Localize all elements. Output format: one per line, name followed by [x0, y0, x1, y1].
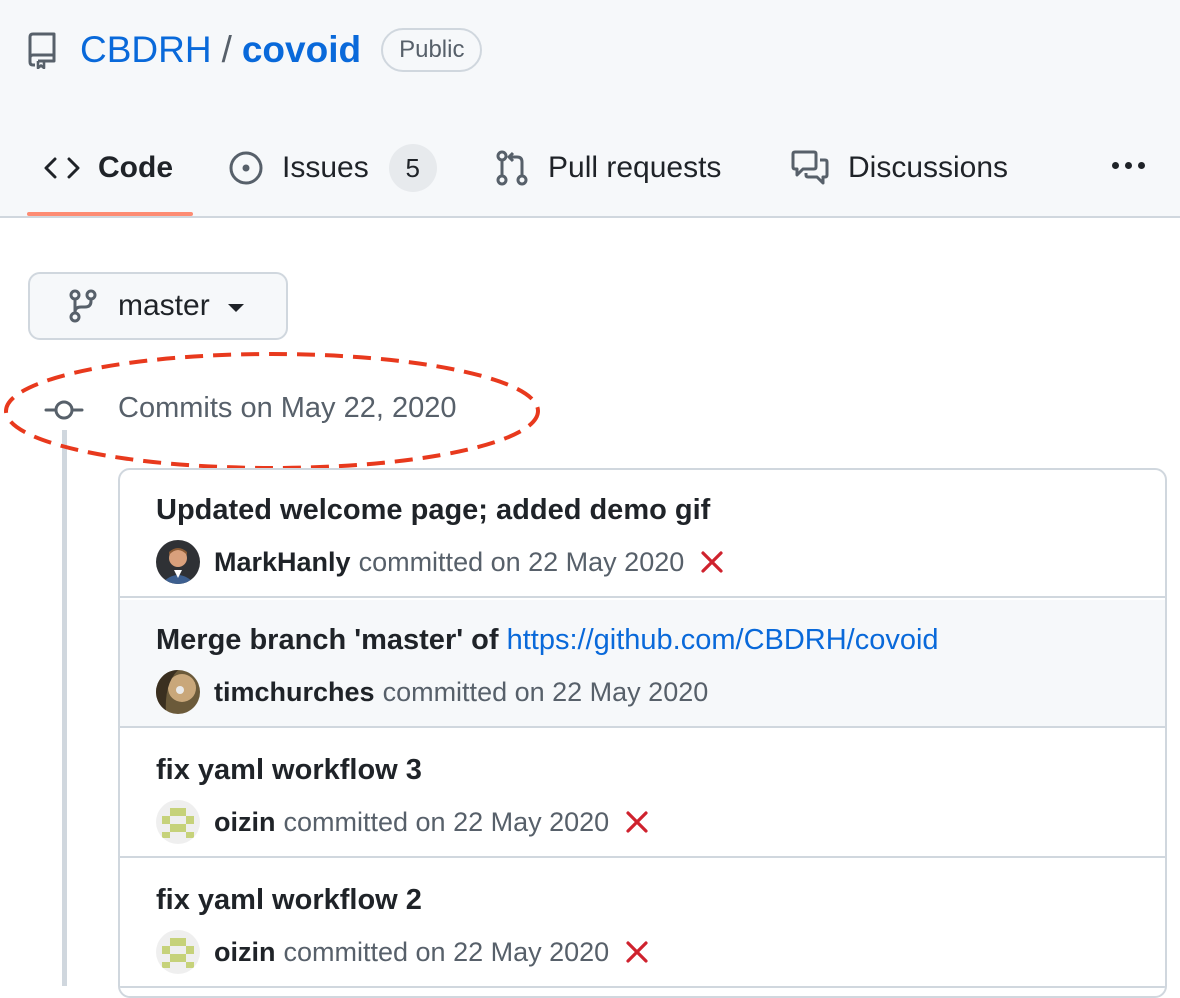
tab-issues-label: Issues: [282, 151, 369, 184]
tab-discussions[interactable]: Discussions: [790, 130, 1008, 206]
branch-name: master: [118, 289, 210, 322]
commit-author-link[interactable]: oizin: [214, 937, 276, 968]
repo-title: CBDRH / covoid Public: [28, 24, 483, 76]
tab-pull-requests[interactable]: Pull requests: [494, 130, 721, 206]
timeline-line: [62, 430, 67, 986]
commit-list: Updated welcome page; added demo gif Mar…: [118, 468, 1167, 998]
commit-row[interactable]: Updated welcome page; added demo gif Mar…: [120, 470, 1165, 598]
tab-code-label: Code: [98, 151, 173, 184]
x-icon[interactable]: [625, 940, 649, 964]
commit-message[interactable]: Merge branch 'master' of https://github.…: [156, 624, 939, 657]
x-icon[interactable]: [625, 810, 649, 834]
issues-counter: 5: [388, 144, 437, 192]
commit-meta: oizin committed on 22 May 2020: [156, 800, 649, 844]
repo-owner-link[interactable]: CBDRH: [80, 29, 212, 71]
commit-author-link[interactable]: timchurches: [214, 677, 375, 708]
commit-row[interactable]: fix yaml workflow 3 oizin committed on 2…: [120, 730, 1165, 858]
repo-icon: [28, 30, 62, 70]
avatar[interactable]: [156, 540, 200, 584]
issue-opened-icon: [228, 150, 264, 186]
repo-nav: Code Issues 5 Pull requests Discussions: [0, 130, 1180, 218]
commit-message-link[interactable]: fix yaml workflow 3: [156, 754, 422, 787]
visibility-badge: Public: [381, 28, 483, 72]
avatar[interactable]: [156, 930, 200, 974]
tab-discussions-label: Discussions: [848, 151, 1009, 184]
repo-separator: /: [221, 29, 232, 70]
commit-meta: MarkHanly committed on 22 May 2020: [156, 540, 724, 584]
commit-date: committed on 22 May 2020: [283, 806, 610, 837]
avatar[interactable]: [156, 670, 200, 714]
comment-discussion-icon: [790, 150, 830, 186]
git-pull-request-icon: [494, 149, 530, 187]
kebab-horizontal-icon[interactable]: [1112, 150, 1145, 180]
commit-meta: timchurches committed on 22 May 2020: [156, 670, 708, 714]
commit-message-url-link[interactable]: https://github.com/CBDRH/covoid: [507, 624, 939, 656]
repo-name-link[interactable]: covoid: [242, 29, 361, 71]
commit-author-link[interactable]: oizin: [214, 807, 276, 838]
commit-meta: oizin committed on 22 May 2020: [156, 930, 649, 974]
x-icon[interactable]: [700, 550, 724, 574]
commit-author-link[interactable]: MarkHanly: [214, 547, 351, 578]
commit-date: committed on 22 May 2020: [382, 676, 709, 707]
selected-tab-underline: [27, 212, 193, 216]
commit-group-date: Commits on May 22, 2020: [118, 392, 457, 424]
commit-date: committed on 22 May 2020: [283, 936, 610, 967]
code-icon: [44, 156, 80, 180]
tab-pull-requests-label: Pull requests: [548, 151, 722, 184]
avatar[interactable]: [156, 800, 200, 844]
commit-message-link[interactable]: fix yaml workflow 2: [156, 884, 422, 917]
commit-message-text[interactable]: Merge branch 'master' of: [156, 624, 507, 656]
commit-message-link[interactable]: Updated welcome page; added demo gif: [156, 494, 710, 527]
git-branch-icon: [68, 289, 98, 323]
triangle-down-icon: [227, 304, 244, 312]
commit-row[interactable]: Merge branch 'master' of https://github.…: [120, 600, 1165, 728]
commit-date: committed on 22 May 2020: [358, 546, 685, 577]
tab-issues[interactable]: Issues 5: [228, 130, 437, 206]
tab-code[interactable]: Code: [44, 130, 173, 206]
commit-row[interactable]: fix yaml workflow 2 oizin committed on 2…: [120, 860, 1165, 988]
git-commit-icon: [44, 398, 84, 422]
branch-select-button[interactable]: master: [28, 272, 288, 340]
